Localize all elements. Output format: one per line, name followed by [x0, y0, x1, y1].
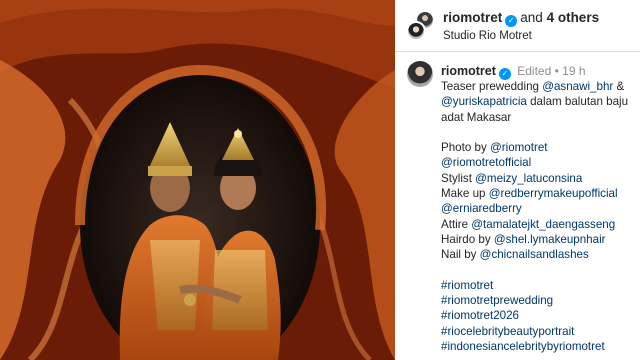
mention-link[interactable]: @riomotret: [490, 141, 548, 154]
mention-link[interactable]: @redberrymakeupofficial: [489, 187, 618, 200]
caption-intro-rest: dalam balutan baju: [526, 95, 629, 109]
post-side-panel: riomotret ✓ and 4 others Studio Rio Motret…: [395, 0, 640, 360]
avatar[interactable]: [407, 61, 433, 87]
credit-line: Stylist @meizy_latuconsina: [441, 171, 637, 186]
caption-meta: riomotret ✓ Edited • 19 h: [441, 64, 586, 80]
caption-line: @yuriskapatricia dalam balutan baju: [441, 94, 637, 109]
location-link[interactable]: Studio Rio Motret: [443, 30, 532, 42]
header-authors: riomotret ✓ and 4 others: [443, 10, 599, 27]
hashtag-link[interactable]: #riocelebritybeautyportrait: [441, 324, 637, 339]
credit-line: @riomotretofficial: [441, 155, 637, 170]
caption-gap: [441, 125, 637, 140]
caption: riomotret ✓ Edited • 19 h Teaser preweddi…: [395, 52, 640, 360]
mention-link[interactable]: @riomotretofficial: [441, 156, 531, 169]
mention-link[interactable]: @meizy_latuconsina: [475, 172, 582, 185]
credit-label: Photo by: [441, 141, 490, 155]
credit-label: Make up: [441, 187, 489, 201]
credit-line: @erniaredberry: [441, 201, 637, 216]
post-time: 19 h: [562, 64, 586, 78]
credit-line: Make up @redberrymakeupofficial: [441, 186, 637, 201]
mention-link[interactable]: @tamalatejkt_daengasseng: [471, 218, 615, 231]
caption-intro: Teaser prewedding: [441, 80, 543, 93]
couple-photo-illustration: [0, 0, 395, 360]
mention-link[interactable]: @erniaredberry: [441, 202, 522, 215]
credit-label: Stylist: [441, 171, 476, 185]
caption-amp: &: [613, 80, 625, 93]
caption-line: Teaser prewedding @asnawi_bhr &: [441, 79, 637, 94]
collab-avatars[interactable]: [406, 10, 436, 42]
separator-dot: •: [554, 64, 559, 78]
hashtag-link[interactable]: #riomotretprewedding: [441, 293, 637, 308]
credit-line: Nail by @chicnailsandlashes: [441, 247, 637, 262]
mention-link[interactable]: @asnawi_bhr: [542, 80, 613, 93]
post-header: riomotret ✓ and 4 others Studio Rio Motret: [395, 0, 640, 52]
credit-line: Attire @tamalatejkt_daengasseng: [441, 217, 637, 232]
post-photo[interactable]: [0, 0, 395, 360]
author-username[interactable]: riomotret: [443, 10, 502, 25]
credit-label: Hairdo by: [441, 232, 494, 246]
edited-label: Edited: [517, 64, 552, 78]
caption-gap: [441, 263, 637, 278]
avatar: [406, 21, 426, 41]
credit-label: Attire: [441, 217, 472, 231]
credit-line: Photo by @riomotret: [441, 140, 637, 155]
hashtag-link[interactable]: #riomotret2026: [441, 308, 637, 323]
mention-link[interactable]: @yuriskapatricia: [441, 95, 527, 108]
verified-badge-icon: ✓: [505, 15, 518, 27]
caption-username[interactable]: riomotret: [441, 64, 496, 78]
credit-line: Hairdo by @shel.lymakeupnhair: [441, 232, 637, 247]
and-text: and: [520, 10, 543, 25]
hashtag-link[interactable]: #riomotret: [441, 278, 637, 293]
hashtag-link[interactable]: #indonesiancelebritybyriomotret: [441, 339, 637, 354]
mention-link[interactable]: @shel.lymakeupnhair: [494, 233, 606, 246]
credit-label: Nail by: [441, 248, 480, 262]
caption-line: adat Makasar: [441, 110, 512, 124]
caption-text: Teaser prewedding @asnawi_bhr & @yuriska…: [441, 79, 637, 354]
mention-link[interactable]: @chicnailsandlashes: [480, 248, 589, 261]
others-link[interactable]: 4 others: [547, 10, 600, 25]
